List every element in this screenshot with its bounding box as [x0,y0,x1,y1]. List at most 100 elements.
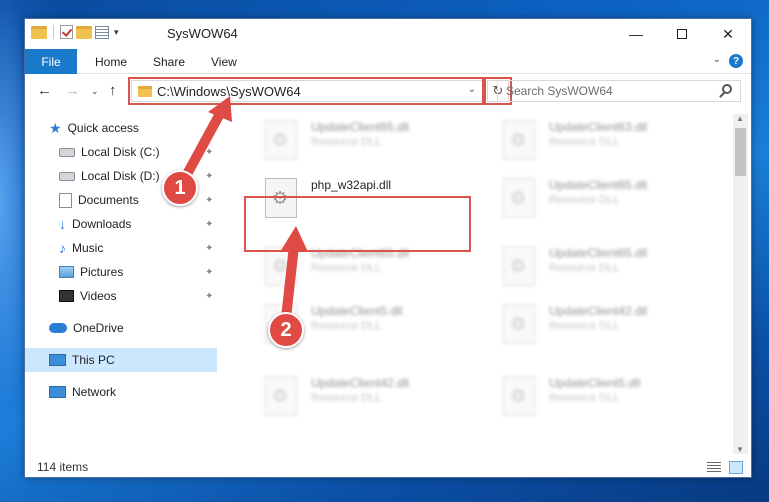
dll-file-icon [503,304,535,344]
file-item[interactable]: UpdateClient65.dll Resource DLL [245,240,475,296]
pin-icon[interactable]: ✦ [205,291,213,302]
file-name: php_w32api.dll [311,178,392,192]
download-icon: ↓ [59,216,66,232]
file-name: UpdateClient63.dll [549,120,648,134]
tab-file[interactable]: File [25,49,77,74]
properties-icon[interactable] [95,25,109,39]
network-icon [49,386,66,398]
explorer-window: ▾ SysWOW64 — ✕ File Home Share View ⌄ ? … [24,18,752,478]
sidebar-item-label: Downloads [72,217,132,231]
customize-toolbar-chevron-icon[interactable]: ▾ [114,27,119,38]
file-name: UpdateClient42.dll [311,376,410,390]
pc-icon [49,354,66,366]
status-bar: 114 items [25,457,751,479]
sidebar-item-pictures[interactable]: Pictures ✦ [25,260,217,284]
pin-icon[interactable]: ✦ [205,219,213,230]
sidebar-item-onedrive[interactable]: OneDrive [25,316,217,340]
scroll-up-icon[interactable]: ▲ [736,114,744,123]
minimize-button[interactable]: — [613,19,659,49]
toolbar-separator [53,25,54,39]
disk-icon [59,147,75,157]
pin-icon[interactable]: ✦ [205,195,213,206]
close-button[interactable]: ✕ [705,19,751,49]
sidebar-item-label: Local Disk (C:) [81,145,160,159]
address-path: C:\Windows\SysWOW64 [157,83,301,99]
search-input[interactable]: Search SysWOW64 [497,80,741,102]
navigation-pane: ★ Quick access Local Disk (C:) ✦ Local D… [25,114,217,454]
forward-button[interactable]: → [65,82,80,99]
search-icon[interactable] [722,84,732,94]
sidebar-item-music[interactable]: ♪ Music ✦ [25,236,217,260]
item-count: 114 items [37,460,89,474]
pin-icon[interactable]: ✦ [205,267,213,278]
sidebar-item-network[interactable]: Network [25,380,217,404]
dll-file-icon [265,376,297,416]
folder-icon [31,25,47,39]
file-list: UpdateClient65.dll Resource DLL UpdateCl… [225,114,735,454]
scroll-down-icon[interactable]: ▼ [736,445,744,454]
file-name: UpdateClient5.dll [549,376,641,390]
tab-share[interactable]: Share [153,55,185,69]
window-title: SysWOW64 [167,26,238,41]
disk-icon [59,171,75,181]
sidebar-item-quick-access[interactable]: ★ Quick access [49,116,217,140]
quick-access-toolbar: ▾ [31,25,119,39]
dll-file-icon [503,376,535,416]
pin-icon[interactable]: ✦ [205,147,213,158]
properties-check-icon[interactable] [60,25,73,39]
up-button[interactable]: ↑ [109,82,117,99]
pin-icon[interactable]: ✦ [205,171,213,182]
title-bar: ▾ SysWOW64 — ✕ [25,19,751,49]
vertical-scrollbar[interactable]: ▲ ▼ [733,114,748,454]
dll-file-icon [265,178,297,218]
sidebar-item-label: Local Disk (D:) [81,169,160,183]
file-type: Resource DLL [549,262,620,274]
file-item[interactable]: UpdateClient63.dll Resource DLL [483,114,713,170]
dll-file-icon [503,120,535,160]
sidebar-item-label: Music [72,241,104,255]
pictures-icon [59,266,74,278]
file-item[interactable]: UpdateClient65.dll Resource DLL [245,114,475,170]
tiles-view-icon[interactable] [729,461,743,474]
file-item[interactable]: UpdateClient5.dll Resource DLL [483,370,713,426]
tab-home[interactable]: Home [95,55,127,69]
scroll-thumb[interactable] [735,128,746,176]
back-button[interactable]: ← [37,82,52,99]
file-item[interactable]: UpdateClient42.dll Resource DLL [245,370,475,426]
sidebar-item-label: Videos [80,289,117,303]
address-dropdown-chevron-icon[interactable]: ⌄ [468,84,476,95]
file-name: UpdateClient65.dll [311,120,410,134]
pin-icon[interactable]: ✦ [205,243,213,254]
sidebar-item-videos[interactable]: Videos ✦ [25,284,217,308]
star-icon: ★ [49,119,62,136]
maximize-icon [677,29,687,39]
sidebar-item-downloads[interactable]: ↓ Downloads ✦ [25,212,217,236]
step-2-badge: 2 [268,312,304,348]
file-type: Resource DLL [311,262,382,274]
file-item[interactable]: UpdateClient42.dll Resource DLL [483,298,713,354]
address-bar[interactable]: C:\Windows\SysWOW64 ⌄ [131,80,485,102]
sidebar-item-local-disk-c[interactable]: Local Disk (C:) ✦ [25,140,217,164]
cloud-icon [49,323,67,333]
sidebar-item-label: Documents [78,193,139,207]
file-item[interactable]: UpdateClient65.dll Resource DLL [483,240,713,296]
search-placeholder: Search SysWOW64 [506,84,613,98]
step-1-badge: 1 [162,170,198,206]
recent-locations-chevron-icon[interactable]: ⌄ [91,86,99,97]
new-folder-icon[interactable] [76,25,92,39]
file-item-php-w32api[interactable]: php_w32api.dll [245,172,475,228]
help-icon[interactable]: ? [729,54,743,68]
sidebar-item-label: Quick access [67,121,139,135]
navigation-bar: ← → ⌄ ↑ C:\Windows\SysWOW64 ⌄ ↻ Search S… [25,74,751,108]
maximize-button[interactable] [659,19,705,49]
file-name: UpdateClient65.dll [549,246,648,260]
file-item[interactable]: UpdateClient65.dll Resource DLL [483,172,713,228]
file-name: UpdateClient42.dll [549,304,648,318]
expand-ribbon-chevron-icon[interactable]: ⌄ [713,54,721,65]
sidebar-item-label: OneDrive [73,321,124,335]
tab-view[interactable]: View [211,55,237,69]
videos-icon [59,290,74,302]
details-view-icon[interactable] [707,462,721,473]
address-folder-icon [138,85,152,97]
sidebar-item-this-pc[interactable]: This PC [25,348,217,372]
